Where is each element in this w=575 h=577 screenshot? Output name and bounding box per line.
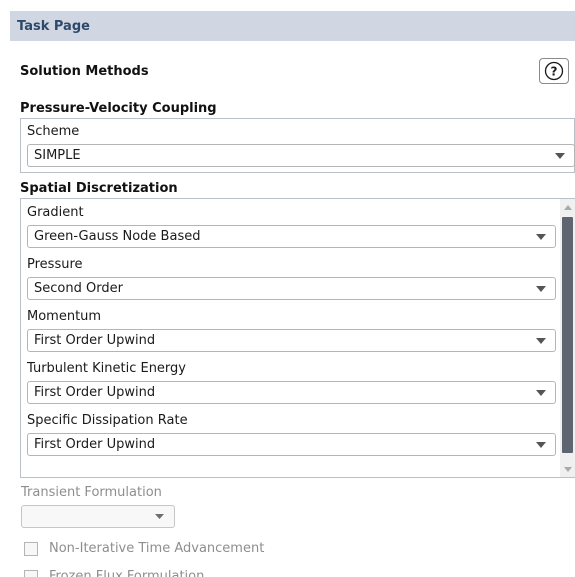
chevron-down-icon [155,514,164,519]
pressure-value: Second Order [34,281,123,296]
gradient-value: Green-Gauss Node Based [34,229,201,244]
specific-dissipation-rate-dropdown[interactable]: First Order Upwind [27,433,556,456]
pressure-dropdown[interactable]: Second Order [27,277,556,300]
chevron-down-icon [536,338,546,344]
chevron-down-icon [536,286,546,292]
scrollbar-thumb[interactable] [562,217,573,453]
specific-dissipation-rate-label: Specific Dissipation Rate [27,413,188,428]
momentum-value: First Order Upwind [34,333,156,348]
turbulent-kinetic-energy-value: First Order Upwind [34,385,156,400]
chevron-down-icon [536,234,546,240]
transient-formulation-dropdown[interactable] [21,505,175,528]
solution-methods-heading: Solution Methods [20,64,149,79]
chevron-down-icon [536,390,546,396]
spatial-discretization-scrollbar[interactable] [560,199,575,477]
momentum-dropdown[interactable]: First Order Upwind [27,329,556,352]
non-iterative-time-advancement-label: Non-Iterative Time Advancement [49,541,265,556]
svg-text:?: ? [551,65,558,79]
gradient-dropdown[interactable]: Green-Gauss Node Based [27,225,556,248]
scheme-value: SIMPLE [34,148,81,163]
scheme-label: Scheme [27,124,80,139]
scroll-down-arrow-icon[interactable] [560,461,575,477]
gradient-label: Gradient [27,205,84,220]
turbulent-kinetic-energy-label: Turbulent Kinetic Energy [27,361,186,376]
task-page-title: Task Page [17,18,90,34]
help-button[interactable]: ? [539,58,569,84]
left-edge [0,0,10,577]
frozen-flux-formulation-option[interactable]: Frozen Flux Formulation [24,569,204,577]
chevron-down-icon [536,442,546,448]
frozen-flux-formulation-checkbox[interactable] [24,569,38,577]
task-page-title-bar: Task Page [10,11,575,41]
non-iterative-time-advancement-checkbox[interactable] [24,541,38,556]
pressure-velocity-coupling-heading: Pressure-Velocity Coupling [20,101,217,116]
specific-dissipation-rate-value: First Order Upwind [34,437,156,452]
chevron-down-icon [555,153,565,159]
momentum-label: Momentum [27,309,102,324]
frozen-flux-formulation-label: Frozen Flux Formulation [49,569,205,577]
transient-formulation-label: Transient Formulation [21,485,162,500]
non-iterative-time-advancement-option[interactable]: Non-Iterative Time Advancement [24,541,264,556]
help-circle-icon: ? [544,61,564,81]
pressure-label: Pressure [27,257,83,272]
scroll-up-arrow-icon[interactable] [560,199,575,215]
scheme-dropdown[interactable]: SIMPLE [27,144,575,167]
task-page: Task Page Solution Methods ? Pressure-Ve… [0,0,575,577]
turbulent-kinetic-energy-dropdown[interactable]: First Order Upwind [27,381,556,404]
spatial-discretization-heading: Spatial Discretization [20,181,178,196]
